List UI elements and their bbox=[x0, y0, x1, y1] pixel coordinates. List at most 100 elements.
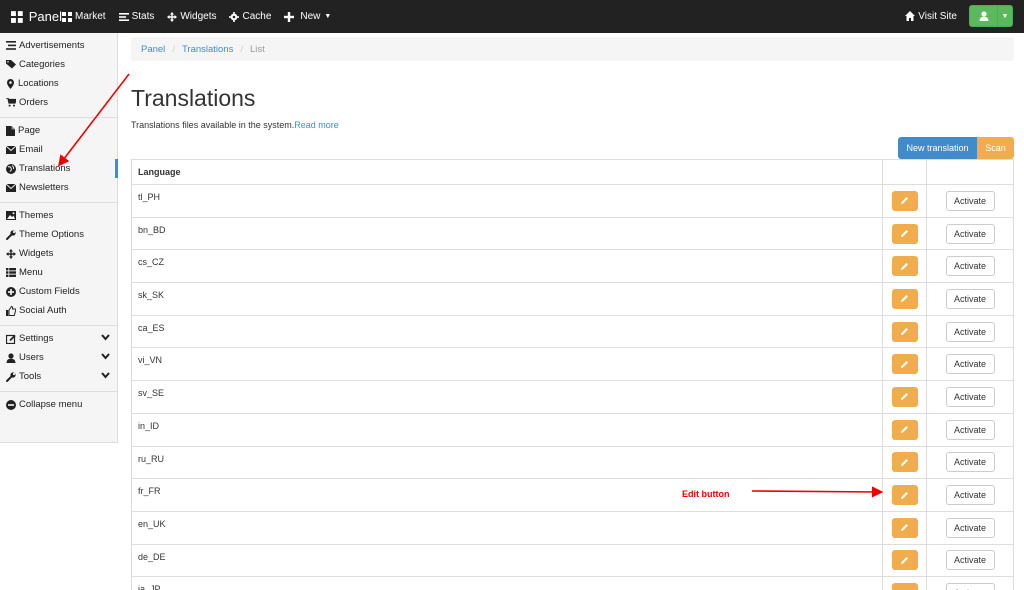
activate-button[interactable]: Activate bbox=[945, 419, 995, 440]
visit-site-label: Visit Site bbox=[918, 10, 957, 22]
sidebar-item-label: Themes bbox=[19, 210, 54, 221]
pencil-icon bbox=[901, 393, 908, 401]
caret-down-icon: ▼ bbox=[324, 13, 332, 20]
user-menu-button[interactable]: ▼ bbox=[969, 5, 1013, 27]
nav-widgets[interactable]: Widgets bbox=[167, 11, 216, 22]
sidebar-item-themes[interactable]: Themes bbox=[0, 206, 117, 225]
edit-button[interactable] bbox=[891, 190, 918, 211]
nav-market[interactable]: Market bbox=[62, 11, 106, 22]
user-caret-icon: ▼ bbox=[1001, 12, 1009, 20]
market-icon bbox=[62, 11, 72, 22]
breadcrumb-separator: / bbox=[240, 43, 243, 55]
edit-cell bbox=[882, 543, 927, 578]
breadcrumb-current: List bbox=[250, 43, 265, 55]
table-row: in_ID Activate bbox=[131, 412, 1014, 447]
edit-button[interactable] bbox=[891, 517, 918, 538]
activate-cell: Activate bbox=[926, 543, 1014, 578]
table-row: bn_BD Activate bbox=[131, 216, 1014, 251]
table-row: tl_PH Activate bbox=[131, 184, 1014, 218]
edit-button[interactable] bbox=[891, 485, 918, 506]
sidebar-item-label: Page bbox=[18, 125, 41, 136]
read-more-link[interactable]: Read more bbox=[294, 120, 339, 130]
sidebar-item-social-auth[interactable]: Social Auth bbox=[0, 301, 117, 320]
edit-cell bbox=[882, 478, 927, 512]
picture-icon bbox=[6, 211, 16, 220]
breadcrumb-panel-link[interactable]: Panel bbox=[141, 44, 165, 55]
edit-cell bbox=[882, 380, 927, 414]
language-cell: vi_VN bbox=[131, 347, 883, 382]
table-row: ca_ES Activate bbox=[131, 314, 1014, 349]
activate-button[interactable]: Activate bbox=[945, 485, 995, 506]
pencil-icon bbox=[901, 426, 908, 434]
language-cell: ja_JP bbox=[131, 576, 883, 590]
sidebar-item-newsletters[interactable]: Newsletters bbox=[0, 178, 117, 197]
activate-button[interactable]: Activate bbox=[945, 583, 995, 590]
edit-button[interactable] bbox=[891, 419, 918, 440]
pencil-icon bbox=[901, 262, 908, 270]
table-row: fr_FR Activate bbox=[131, 478, 1014, 512]
breadcrumb-translations-link[interactable]: Translations bbox=[182, 44, 233, 55]
sidebar-item-users[interactable]: Users bbox=[0, 348, 117, 367]
sidebar-item-label: Theme Options bbox=[19, 229, 84, 240]
activate-button[interactable]: Activate bbox=[945, 550, 995, 571]
language-cell: ca_ES bbox=[131, 314, 883, 349]
wrench-icon bbox=[6, 229, 16, 240]
nav-market-label: Market bbox=[75, 11, 106, 22]
edit-button[interactable] bbox=[891, 550, 918, 571]
sidebar-item-custom-fields[interactable]: Custom Fields bbox=[0, 282, 117, 301]
activate-button[interactable]: Activate bbox=[945, 190, 995, 211]
table-body: tl_PH Activate bn_BD Activate cs_CZ Activate s… bbox=[131, 184, 1014, 590]
activate-column-header bbox=[926, 159, 1014, 185]
activate-button[interactable]: Activate bbox=[945, 288, 995, 309]
edit-button[interactable] bbox=[891, 354, 918, 375]
edit-button[interactable] bbox=[891, 256, 918, 277]
edit-button[interactable] bbox=[891, 452, 918, 473]
table-row: vi_VN Activate bbox=[131, 347, 1014, 382]
sidebar: Advertisements Categories Locations Orde… bbox=[0, 33, 118, 443]
activate-button[interactable]: Activate bbox=[945, 452, 995, 473]
sidebar-item-advertisements[interactable]: Advertisements bbox=[0, 36, 117, 55]
edit-button[interactable] bbox=[891, 386, 918, 407]
activate-cell: Activate bbox=[926, 282, 1014, 316]
activate-button[interactable]: Activate bbox=[945, 321, 995, 342]
scan-button[interactable]: Scan bbox=[977, 137, 1014, 159]
sidebar-item-translations[interactable]: Translations bbox=[0, 159, 118, 178]
visit-site-link[interactable]: Visit Site bbox=[905, 11, 957, 22]
sidebar-group-appearance: Themes Theme Options Widgets Menu Custom… bbox=[0, 203, 117, 326]
activate-button[interactable]: Activate bbox=[945, 386, 995, 407]
edit-cell bbox=[882, 576, 927, 590]
edit-button[interactable] bbox=[891, 288, 918, 309]
sidebar-item-menu[interactable]: Menu bbox=[0, 263, 117, 282]
brand-panel-link[interactable]: Panel bbox=[0, 9, 62, 24]
sidebar-item-label: Users bbox=[19, 352, 44, 363]
activate-button[interactable]: Activate bbox=[945, 223, 995, 244]
nav-stats[interactable]: Stats bbox=[118, 11, 154, 22]
activate-cell: Activate bbox=[926, 445, 1014, 480]
sidebar-item-email[interactable]: Email bbox=[0, 140, 117, 159]
sidebar-item-locations[interactable]: Locations bbox=[0, 74, 117, 93]
sidebar-item-widgets[interactable]: Widgets bbox=[0, 244, 117, 263]
edit-column-header bbox=[882, 159, 927, 185]
sidebar-item-settings[interactable]: Settings bbox=[0, 329, 117, 348]
new-translation-button[interactable]: New translation bbox=[898, 137, 977, 159]
activate-button[interactable]: Activate bbox=[945, 256, 995, 277]
user-icon bbox=[979, 11, 988, 21]
sidebar-item-collapse-menu[interactable]: Collapse menu bbox=[0, 395, 117, 414]
table-row: sk_SK Activate bbox=[131, 282, 1014, 316]
sidebar-item-page[interactable]: Page bbox=[0, 121, 117, 140]
nav-new-dropdown[interactable]: New ▼ bbox=[284, 11, 331, 22]
nav-cache[interactable]: Cache bbox=[229, 11, 271, 22]
activate-button[interactable]: Activate bbox=[945, 517, 995, 538]
sidebar-item-theme-options[interactable]: Theme Options bbox=[0, 225, 117, 244]
edit-button[interactable] bbox=[891, 321, 918, 342]
sidebar-item-orders[interactable]: Orders bbox=[0, 93, 117, 112]
sidebar-item-tools[interactable]: Tools bbox=[0, 367, 117, 386]
edit-button[interactable] bbox=[891, 583, 918, 590]
activate-button[interactable]: Activate bbox=[945, 354, 995, 375]
edit-cell bbox=[882, 249, 927, 284]
sidebar-item-categories[interactable]: Categories bbox=[0, 55, 117, 74]
table-row: de_DE Activate bbox=[131, 543, 1014, 578]
envelope-icon bbox=[6, 145, 16, 154]
edit-button[interactable] bbox=[891, 223, 918, 244]
language-cell: ru_RU bbox=[131, 445, 883, 480]
